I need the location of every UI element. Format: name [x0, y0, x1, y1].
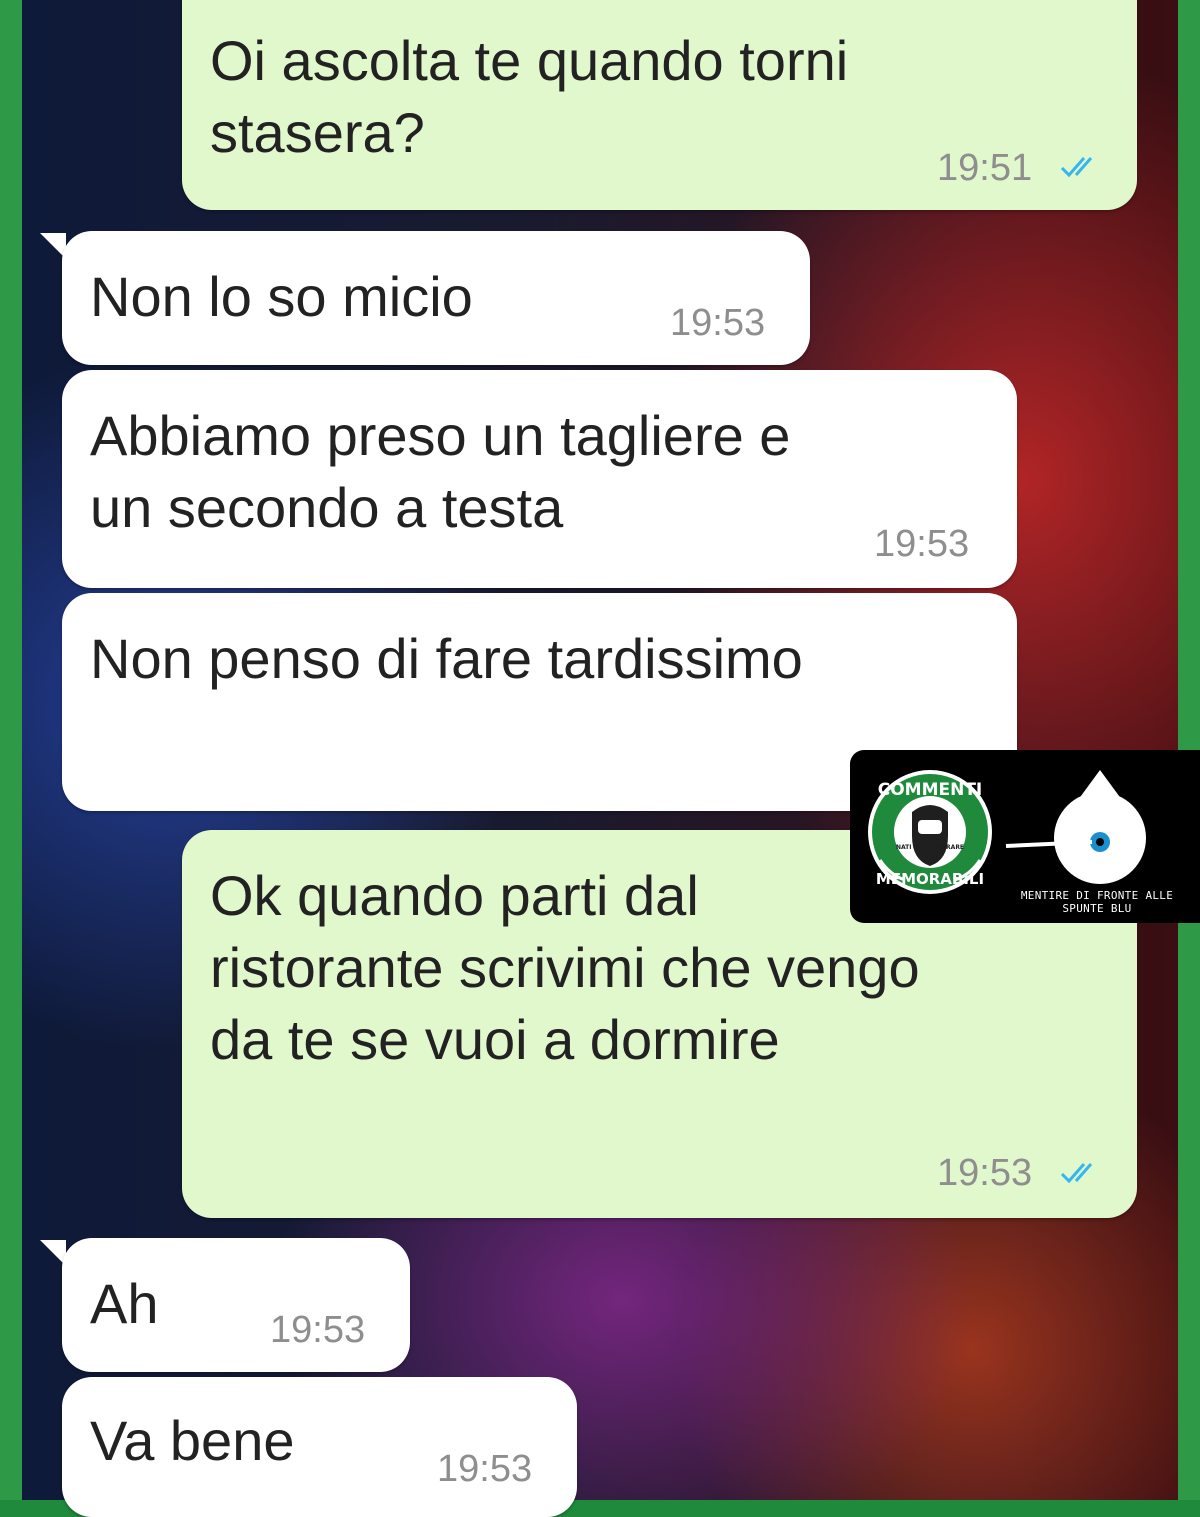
message-text: Abbiamo preso un tagliere e un secondo a…: [90, 404, 791, 539]
message-time: 19:53: [937, 1152, 1033, 1194]
badge-bottom-text: MEMORABILI: [876, 870, 984, 888]
badge-center-text: NATI PER IGNORARE: [896, 844, 964, 851]
message-time: 19:53: [437, 1448, 533, 1490]
watermark-logo: COMMENTI MEMORABILI NATI PER IGNORARE ME…: [850, 750, 1200, 923]
watermark-caption: MENTIRE DI FRONTE ALLE SPUNTE BLU: [1020, 889, 1174, 915]
message-bubble-incoming[interactable]: Va bene 19:53: [62, 1377, 577, 1517]
pinocchio-icon: [1005, 770, 1146, 884]
message-bubble-incoming[interactable]: Abbiamo preso un tagliere e un secondo a…: [62, 370, 1017, 588]
message-text: Non penso di fare tardissimo: [90, 627, 803, 690]
message-text: Va bene: [90, 1409, 295, 1472]
message-time: 19:53: [270, 1309, 366, 1351]
double-check-blue-icon: [1060, 157, 1093, 178]
message-time: 19:51: [937, 147, 1033, 189]
message-time: 19:53: [670, 302, 766, 344]
message-bubble-incoming[interactable]: Ah 19:53: [62, 1238, 410, 1372]
badge-top-text: COMMENTI: [878, 780, 983, 800]
frame-left-border: [0, 0, 22, 1500]
message-text: Oi ascolta te quando torni stasera?: [210, 29, 849, 164]
message-text: Ah: [90, 1272, 159, 1335]
message-text: Ok quando parti dal ristorante scrivimi …: [210, 864, 920, 1071]
message-time: 19:53: [874, 523, 970, 565]
double-check-blue-icon: [1060, 1163, 1093, 1184]
message-text: Non lo so micio: [90, 265, 473, 328]
message-bubble-outgoing[interactable]: Oi ascolta te quando torni stasera? 19:5…: [182, 0, 1137, 210]
message-bubble-incoming[interactable]: Non lo so micio 19:53: [62, 231, 810, 365]
